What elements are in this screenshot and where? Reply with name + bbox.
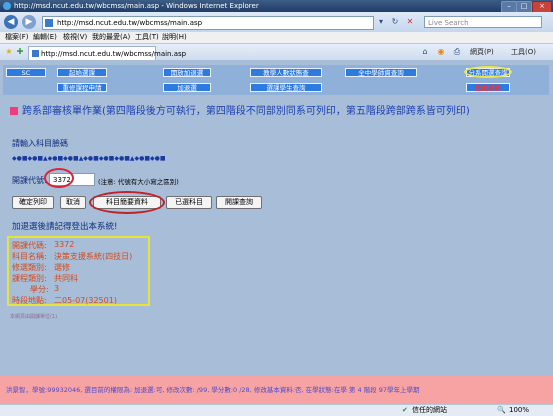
add-favorite-icon[interactable]: ✚ <box>15 47 25 57</box>
tab-label: http://msd.ncut.edu.tw/wbcmss/main.asp <box>41 50 187 58</box>
nav-add-drop[interactable]: 加退選 <box>163 83 211 92</box>
page-heading-text: 跨系部審核單作業(第四階段後方可執行，第四階段不同部別同系可列印，第五階段跨部跨… <box>22 106 470 117</box>
user-status-strip: 洪景智，學號:99932046, 選目前的權限為: 加退選:可, 修改次數: /… <box>0 376 553 404</box>
nav-student-query[interactable]: 選課學生查詢 <box>250 83 322 92</box>
forward-icon[interactable]: ▶ <box>22 15 36 29</box>
user-status-text: 洪景智，學號:99932046, 選目前的權限為: 加退選:可, 修改次數: /… <box>6 386 420 394</box>
code-annotation-circle <box>44 168 74 188</box>
info-value: 共同科 <box>54 274 78 283</box>
menu-view[interactable]: 檢視(V) <box>63 32 87 43</box>
feeds-icon[interactable]: ◉ <box>436 47 446 57</box>
menu-favorites[interactable]: 我的最愛(A) <box>92 32 130 43</box>
info-value: 選修 <box>54 263 70 272</box>
info-label: 開課代碼: <box>12 241 47 250</box>
zoom-icon: 🔍 <box>497 406 506 414</box>
nav-retake-apply[interactable]: 重修課程申請 <box>57 83 107 92</box>
info-value: 決策支援系統(四技日) <box>54 252 133 261</box>
selected-courses-button[interactable]: 已選科目 <box>166 196 212 209</box>
address-field[interactable]: http://msd.ncut.edu.tw/wbcmss/main.asp <box>42 16 374 30</box>
home-icon[interactable]: ⌂ <box>420 47 430 57</box>
window-title: http://msd.ncut.edu.tw/wbcmss/main.asp -… <box>14 2 259 10</box>
highlight-circle <box>464 66 512 78</box>
nav-teacher-query[interactable]: 全中學師資查詢 <box>345 68 417 77</box>
info-value: 3372 <box>54 240 75 249</box>
cancel-button[interactable]: 取消 <box>60 196 86 209</box>
logout-button[interactable]: 登出系統 <box>466 83 510 92</box>
nav-enrollment-status[interactable]: 教學人數狀態查 <box>250 68 322 77</box>
dropdown-icon[interactable]: ▾ <box>376 17 386 27</box>
menu-help[interactable]: 說明(H) <box>162 32 187 43</box>
info-label: 課程類別: <box>12 274 47 283</box>
ie-logo-icon <box>3 2 11 10</box>
nav-open-addrop[interactable]: 開放加退選 <box>163 68 211 77</box>
info-label: 學分: <box>30 285 49 294</box>
browser-tab[interactable]: http://msd.ncut.edu.tw/wbcmss/main.asp <box>28 46 186 61</box>
logout-reminder: 加退選後請記得登出本系統! <box>12 222 118 232</box>
code-note: (注意: 代號有大小寫之區別) <box>98 178 179 186</box>
info-label: 科目名稱: <box>12 252 47 261</box>
decorative-symbols: ◆●■◆●■▲◆●■◆●■▲◆●■◆●■◆●■▲◆●■◆●■ <box>12 155 166 162</box>
search-input[interactable]: Live Search <box>424 16 542 28</box>
favorites-star-icon[interactable]: ★ <box>4 47 14 57</box>
address-toolbar: ◀ ▶ http://msd.ncut.edu.tw/wbcmss/main.a… <box>0 12 553 32</box>
tools-menu[interactable]: 工具(O) <box>511 47 536 58</box>
menu-bar: 檔案(F) 編輯(E) 檢視(V) 我的最愛(A) 工具(T) 說明(H) <box>0 32 553 44</box>
info-label: 修選類別: <box>12 263 47 272</box>
zoom-level[interactable]: 100% <box>509 405 529 416</box>
window-title-bar: http://msd.ncut.edu.tw/wbcmss/main.asp -… <box>0 0 553 13</box>
address-url: http://msd.ncut.edu.tw/wbcmss/main.asp <box>57 19 203 27</box>
menu-edit[interactable]: 編輯(E) <box>33 32 57 43</box>
back-icon[interactable]: ◀ <box>4 15 18 29</box>
page-menu[interactable]: 網頁(P) <box>470 47 494 58</box>
page-footnote: 本網頁由開課單位(1) <box>10 314 58 320</box>
menu-file[interactable]: 檔案(F) <box>5 32 29 43</box>
info-value: 二05-07(32501) <box>54 296 117 305</box>
page-heading: 跨系部審核單作業(第四階段後方可執行，第四階段不同部別同系可列印，第五階段跨部跨… <box>10 102 470 117</box>
tab-bar: ★ ✚ http://msd.ncut.edu.tw/wbcmss/main.a… <box>0 44 553 61</box>
button-annotation-circle <box>89 191 165 214</box>
code-label: 開課代號: <box>12 176 47 185</box>
tab-favicon <box>32 50 39 57</box>
refresh-icon[interactable]: ↻ <box>390 17 400 27</box>
nav-start-select[interactable]: 起始選課 <box>57 68 107 77</box>
page-icon <box>45 19 53 27</box>
print-icon[interactable]: ⎙ <box>452 47 462 57</box>
prompt-label: 請輸入科目臉碼 <box>12 139 68 148</box>
info-label: 時段地點: <box>12 296 47 305</box>
bullet-square-icon <box>10 107 18 115</box>
nav-sc[interactable]: SC <box>6 68 46 77</box>
print-confirm-button[interactable]: 確定列印 <box>12 196 54 209</box>
check-icon: ✔ <box>402 406 408 414</box>
browser-status-bar: ✔ 信任的網站 🔍 100% <box>0 404 553 416</box>
info-value: 3 <box>54 284 60 293</box>
menu-tools[interactable]: 工具(T) <box>135 32 159 43</box>
course-query-button[interactable]: 開課查詢 <box>216 196 262 209</box>
stop-icon[interactable]: ✕ <box>405 17 415 27</box>
security-zone: 信任的網站 <box>412 406 447 414</box>
